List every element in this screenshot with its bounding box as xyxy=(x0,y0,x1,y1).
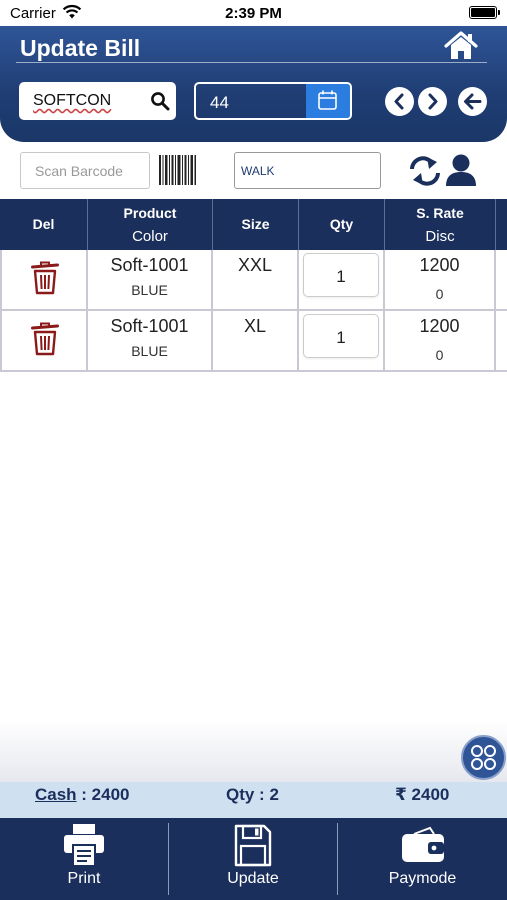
barcode-icon[interactable] xyxy=(158,155,198,185)
rate-cell: 1200 0 xyxy=(385,250,496,309)
size-cell: XXL xyxy=(213,250,299,309)
chevron-right-icon xyxy=(428,93,438,110)
overflow-cell xyxy=(496,250,507,309)
calendar-button[interactable] xyxy=(306,84,350,118)
bill-items-table: Del Product Color Size Qty S. Rate Disc xyxy=(0,199,507,372)
cash-value: : 2400 xyxy=(76,785,130,804)
qty-cell: 1 xyxy=(299,250,385,309)
qty-cell: 1 xyxy=(299,311,385,370)
product-color: BLUE xyxy=(131,282,168,298)
swap-arrows-icon[interactable] xyxy=(408,155,442,187)
rate-value: 1200 xyxy=(419,316,460,336)
clock: 2:39 PM xyxy=(225,5,282,22)
rate-cell: 1200 0 xyxy=(385,311,496,370)
scan-barcode-placeholder: Scan Barcode xyxy=(35,163,123,179)
qty-input[interactable]: 1 xyxy=(303,253,379,297)
update-label: Update xyxy=(227,870,279,887)
column-header-rate: S. Rate Disc xyxy=(385,199,496,250)
calendar-icon xyxy=(318,90,337,110)
disc-value: 0 xyxy=(435,286,444,302)
size-cell: XL xyxy=(213,311,299,370)
column-header-overflow xyxy=(496,199,507,250)
customer-field[interactable]: WALK xyxy=(234,152,381,189)
home-icon[interactable] xyxy=(443,31,479,61)
delete-cell xyxy=(0,250,88,309)
status-bar: Carrier 2:39 PM xyxy=(0,0,507,26)
arrow-left-icon xyxy=(464,93,482,110)
size-value: XXL xyxy=(237,255,273,275)
trash-icon[interactable] xyxy=(31,322,59,356)
disc-value: 0 xyxy=(435,347,444,363)
calculator-icon xyxy=(471,745,496,770)
overflow-cell xyxy=(496,311,507,370)
bill-number-value: 44 xyxy=(210,93,229,112)
search-icon[interactable] xyxy=(150,91,170,111)
paymode-label: Paymode xyxy=(388,870,457,887)
cash-total[interactable]: Cash : 2400 xyxy=(35,785,130,805)
trash-icon[interactable] xyxy=(31,261,59,295)
product-name: Soft-1001 xyxy=(110,316,189,336)
user-icon[interactable] xyxy=(445,153,477,187)
cash-label: Cash xyxy=(35,785,77,804)
calculator-button[interactable] xyxy=(461,735,506,780)
save-icon xyxy=(234,824,272,867)
size-value: XL xyxy=(243,316,267,336)
column-header-del: Del xyxy=(0,199,88,250)
table-row: Soft-1001 BLUE XXL 1 1200 0 xyxy=(0,250,507,311)
print-button[interactable]: Print xyxy=(0,818,168,900)
previous-button[interactable] xyxy=(385,87,414,116)
party-search-value: SOFTCON xyxy=(33,92,112,109)
product-name: Soft-1001 xyxy=(110,255,189,275)
qty-input[interactable]: 1 xyxy=(303,314,379,358)
customer-value: WALK xyxy=(241,164,275,178)
bill-summary: Cash : 2400 Qty : 2 ₹ 2400 xyxy=(0,782,507,818)
amount-total: ₹ 2400 xyxy=(395,785,450,804)
column-header-product: Product Color xyxy=(88,199,213,250)
product-color: BLUE xyxy=(131,343,168,359)
update-bill-screen: Carrier 2:39 PM Update Bill SOFTCON 44 S… xyxy=(0,0,507,900)
party-search-field[interactable]: SOFTCON xyxy=(19,82,176,120)
qty-total: Qty : 2 xyxy=(226,785,279,804)
rate-value: 1200 xyxy=(419,255,460,275)
bottom-fade xyxy=(0,720,507,782)
product-cell: Soft-1001 BLUE xyxy=(88,250,213,309)
app-header: Update Bill SOFTCON 44 xyxy=(0,26,507,142)
page-title: Update Bill xyxy=(20,35,141,61)
product-cell: Soft-1001 BLUE xyxy=(88,311,213,370)
bottom-action-bar: Print Update Paymode xyxy=(0,818,507,900)
wallet-icon xyxy=(402,826,444,862)
column-header-size: Size xyxy=(213,199,299,250)
paymode-button[interactable]: Paymode xyxy=(338,818,507,900)
chevron-left-icon xyxy=(394,93,404,110)
battery-icon xyxy=(469,6,500,19)
bill-number-field[interactable]: 44 xyxy=(194,82,352,120)
delete-cell xyxy=(0,311,88,370)
print-label: Print xyxy=(67,870,101,887)
column-header-qty: Qty xyxy=(299,199,385,250)
title-divider xyxy=(16,62,487,63)
table-header: Del Product Color Size Qty S. Rate Disc xyxy=(0,199,507,250)
back-button[interactable] xyxy=(458,87,487,116)
scan-barcode-field[interactable]: Scan Barcode xyxy=(20,152,150,189)
printer-icon xyxy=(64,824,104,867)
next-button[interactable] xyxy=(418,87,447,116)
table-row: Soft-1001 BLUE XL 1 1200 0 xyxy=(0,311,507,372)
update-button[interactable]: Update xyxy=(169,818,337,900)
